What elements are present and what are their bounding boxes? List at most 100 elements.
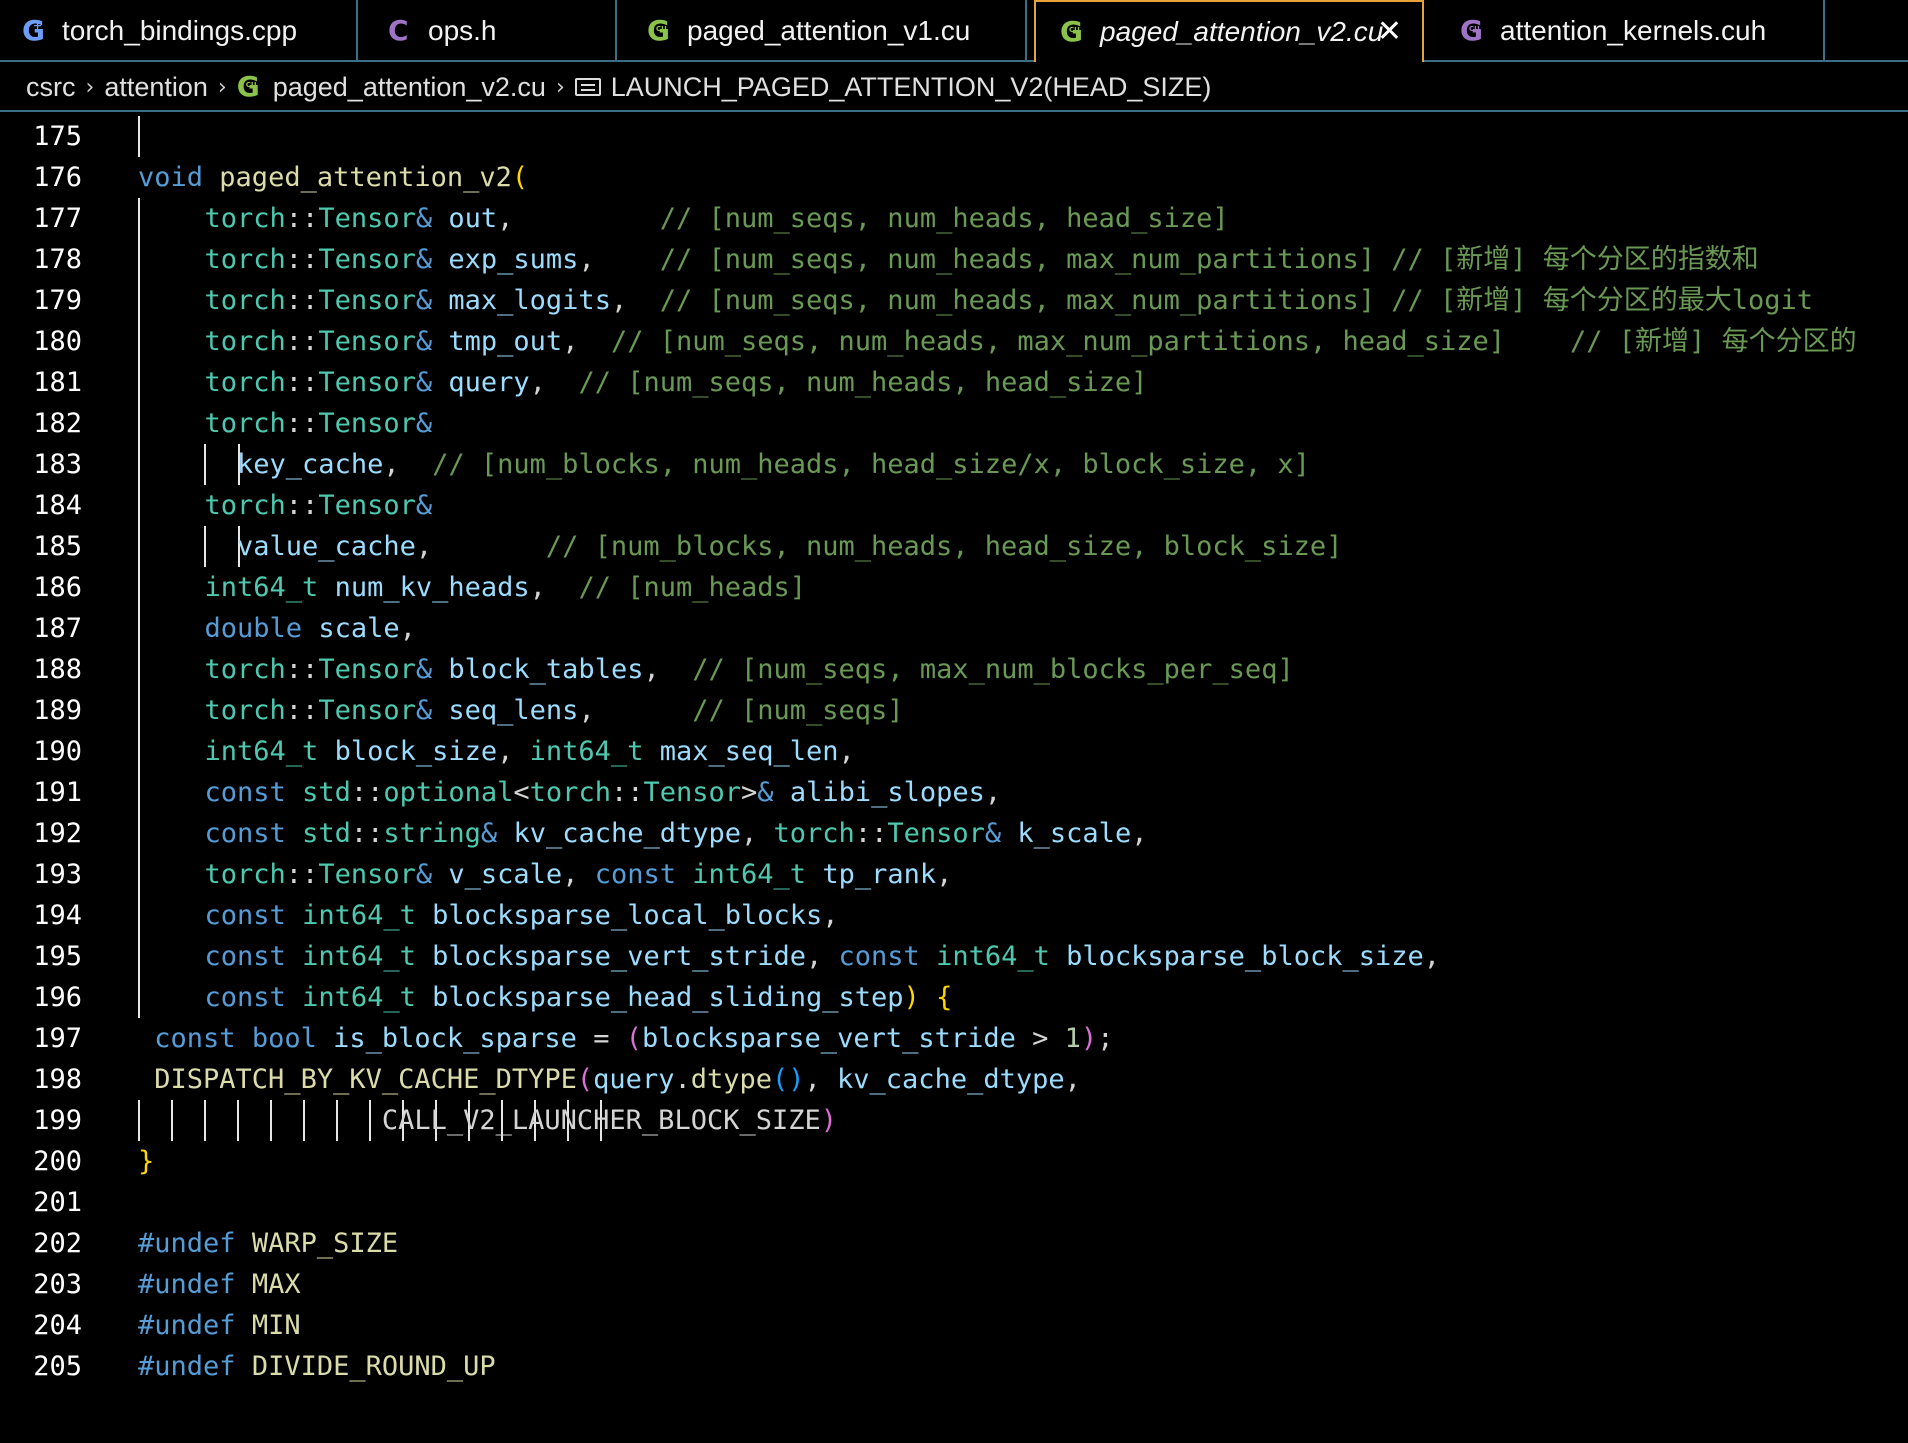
code-line[interactable]: 196 const int64_t blocksparse_head_slidi… bbox=[0, 977, 1908, 1018]
code-token: :: bbox=[285, 203, 319, 234]
code-token: :: bbox=[350, 818, 384, 849]
code-text: void paged_attention_v2( bbox=[138, 157, 528, 198]
line-number: 180 bbox=[33, 326, 82, 357]
code-token: () bbox=[772, 1064, 805, 1095]
code-token: , bbox=[383, 449, 433, 480]
code-token: < bbox=[513, 777, 530, 808]
code-line[interactable]: 200} bbox=[0, 1141, 1908, 1182]
code-text: DISPATCH_BY_KV_CACHE_DTYPE(query.dtype()… bbox=[138, 1059, 1081, 1100]
code-line[interactable]: 183 key_cache, // [num_blocks, num_heads… bbox=[0, 444, 1908, 485]
tab-ops-h[interactable]: C ops.h bbox=[358, 0, 617, 62]
tab-paged-attention-v2[interactable]: G CU paged_attention_v2.cu ✕ bbox=[1034, 0, 1424, 62]
code-line[interactable]: 194 const int64_t blocksparse_local_bloc… bbox=[0, 895, 1908, 936]
code-token: :: bbox=[285, 285, 319, 316]
code-line[interactable]: 205 #undef DIVIDE_ROUND_UP bbox=[0, 1346, 1908, 1387]
indent-guide bbox=[138, 280, 140, 321]
code-token: & bbox=[984, 818, 1002, 849]
breadcrumb-item-file[interactable]: paged_attention_v2.cu bbox=[273, 72, 546, 103]
code-token: { bbox=[936, 982, 953, 1013]
code-token: , bbox=[562, 326, 611, 357]
code-line[interactable]: 176 void paged_attention_v2( bbox=[0, 157, 1908, 198]
code-line[interactable]: 185 value_cache, // [num_blocks, num_hea… bbox=[0, 526, 1908, 567]
code-token: DIVIDE_ROUND_UP bbox=[251, 1351, 496, 1382]
breadcrumb-item-symbol[interactable]: LAUNCH_PAGED_ATTENTION_V2(HEAD_SIZE) bbox=[611, 72, 1212, 103]
code-line[interactable]: 204 #undef MIN bbox=[0, 1305, 1908, 1346]
code-token: #undef bbox=[138, 1228, 236, 1259]
code-token: torch bbox=[204, 244, 286, 275]
tab-attention-kernels[interactable]: G CU attention_kernels.cuh bbox=[1430, 0, 1825, 62]
code-token: :: bbox=[854, 818, 888, 849]
code-token: dtype bbox=[690, 1064, 772, 1095]
line-number: 192 bbox=[33, 818, 82, 849]
code-line[interactable]: 198 DISPATCH_BY_KV_CACHE_DTYPE(query.dty… bbox=[0, 1059, 1908, 1100]
code-token: block_size bbox=[334, 736, 498, 767]
line-number: 204 bbox=[33, 1310, 82, 1341]
code-line[interactable]: 175 bbox=[0, 116, 1908, 157]
code-token: query bbox=[593, 1064, 675, 1095]
code-token: ; bbox=[1097, 1023, 1114, 1054]
close-icon[interactable]: ✕ bbox=[1377, 14, 1402, 49]
tab-torch-bindings[interactable]: G + torch_bindings.cpp bbox=[0, 0, 358, 62]
code-token: scale bbox=[318, 613, 400, 644]
code-token: MAX bbox=[251, 1269, 301, 1300]
code-token: // [num_seqs] bbox=[692, 695, 904, 726]
code-token: key_cache bbox=[237, 449, 384, 480]
code-line[interactable]: 182 torch::Tensor& bbox=[0, 403, 1908, 444]
code-token: const bbox=[154, 1023, 236, 1054]
code-line[interactable]: 181 torch::Tensor& query, // [num_seqs, … bbox=[0, 362, 1908, 403]
line-number: 185 bbox=[33, 531, 82, 562]
code-token: torch bbox=[204, 285, 286, 316]
code-token: :: bbox=[285, 654, 319, 685]
code-line[interactable]: 190 int64_t block_size, int64_t max_seq_… bbox=[0, 731, 1908, 772]
breadcrumb-item-attention[interactable]: attention bbox=[104, 72, 208, 103]
code-line[interactable]: 180 torch::Tensor& tmp_out, // [num_seqs… bbox=[0, 321, 1908, 362]
code-text: torch::Tensor& bbox=[172, 485, 433, 526]
tab-paged-attention-v1[interactable]: G CU paged_attention_v1.cu bbox=[617, 0, 1027, 62]
code-line[interactable]: 192 const std::string& kv_cache_dtype, t… bbox=[0, 813, 1908, 854]
code-editor[interactable]: 175 176 void paged_attention_v2(177 torch:… bbox=[0, 116, 1908, 1443]
code-token: & bbox=[415, 326, 433, 357]
code-token: ) bbox=[820, 1105, 838, 1136]
code-line[interactable]: 202 #undef WARP_SIZE bbox=[0, 1223, 1908, 1264]
code-line[interactable]: 179 torch::Tensor& max_logits, // [num_s… bbox=[0, 280, 1908, 321]
code-token: is_block_sparse bbox=[333, 1023, 577, 1054]
code-token: & bbox=[415, 408, 433, 439]
code-line[interactable]: 195 const int64_t blocksparse_vert_strid… bbox=[0, 936, 1908, 977]
indent-guide bbox=[138, 936, 140, 977]
code-token: MIN bbox=[251, 1310, 301, 1341]
code-token: & bbox=[415, 285, 433, 316]
code-line[interactable]: 184 torch::Tensor& bbox=[0, 485, 1908, 526]
code-token: v_scale bbox=[448, 859, 563, 890]
code-line[interactable]: 186 int64_t num_kv_heads, // [num_heads] bbox=[0, 567, 1908, 608]
breadcrumb-item-csrc[interactable]: csrc bbox=[26, 72, 76, 103]
indent-guide bbox=[138, 485, 140, 526]
code-token: , bbox=[806, 941, 839, 972]
code-line[interactable]: 187 double scale, bbox=[0, 608, 1908, 649]
code-line[interactable]: 197 const bool is_block_sparse = (blocks… bbox=[0, 1018, 1908, 1059]
code-line[interactable]: 177 torch::Tensor& out, // [num_seqs, nu… bbox=[0, 198, 1908, 239]
code-text: } bbox=[138, 1141, 154, 1182]
code-line[interactable]: 201 bbox=[0, 1182, 1908, 1223]
code-line[interactable]: 203 #undef MAX bbox=[0, 1264, 1908, 1305]
code-token: CALL_V2_LAUNCHER_BLOCK_SIZE bbox=[381, 1105, 821, 1136]
code-line[interactable]: 188 torch::Tensor& block_tables, // [num… bbox=[0, 649, 1908, 690]
indent-guide bbox=[138, 772, 140, 813]
code-line[interactable]: 193 torch::Tensor& v_scale, const int64_… bbox=[0, 854, 1908, 895]
code-line[interactable]: 199 CALL_V2_LAUNCHER_BLOCK_SIZE) bbox=[0, 1100, 1908, 1141]
code-line[interactable]: 191 const std::optional<torch::Tensor>& … bbox=[0, 772, 1908, 813]
code-token: bool bbox=[251, 1023, 317, 1054]
code-line[interactable]: 178 torch::Tensor& exp_sums, // [num_seq… bbox=[0, 239, 1908, 280]
code-line[interactable]: 189 torch::Tensor& seq_lens, // [num_seq… bbox=[0, 690, 1908, 731]
line-number: 200 bbox=[33, 1146, 82, 1177]
